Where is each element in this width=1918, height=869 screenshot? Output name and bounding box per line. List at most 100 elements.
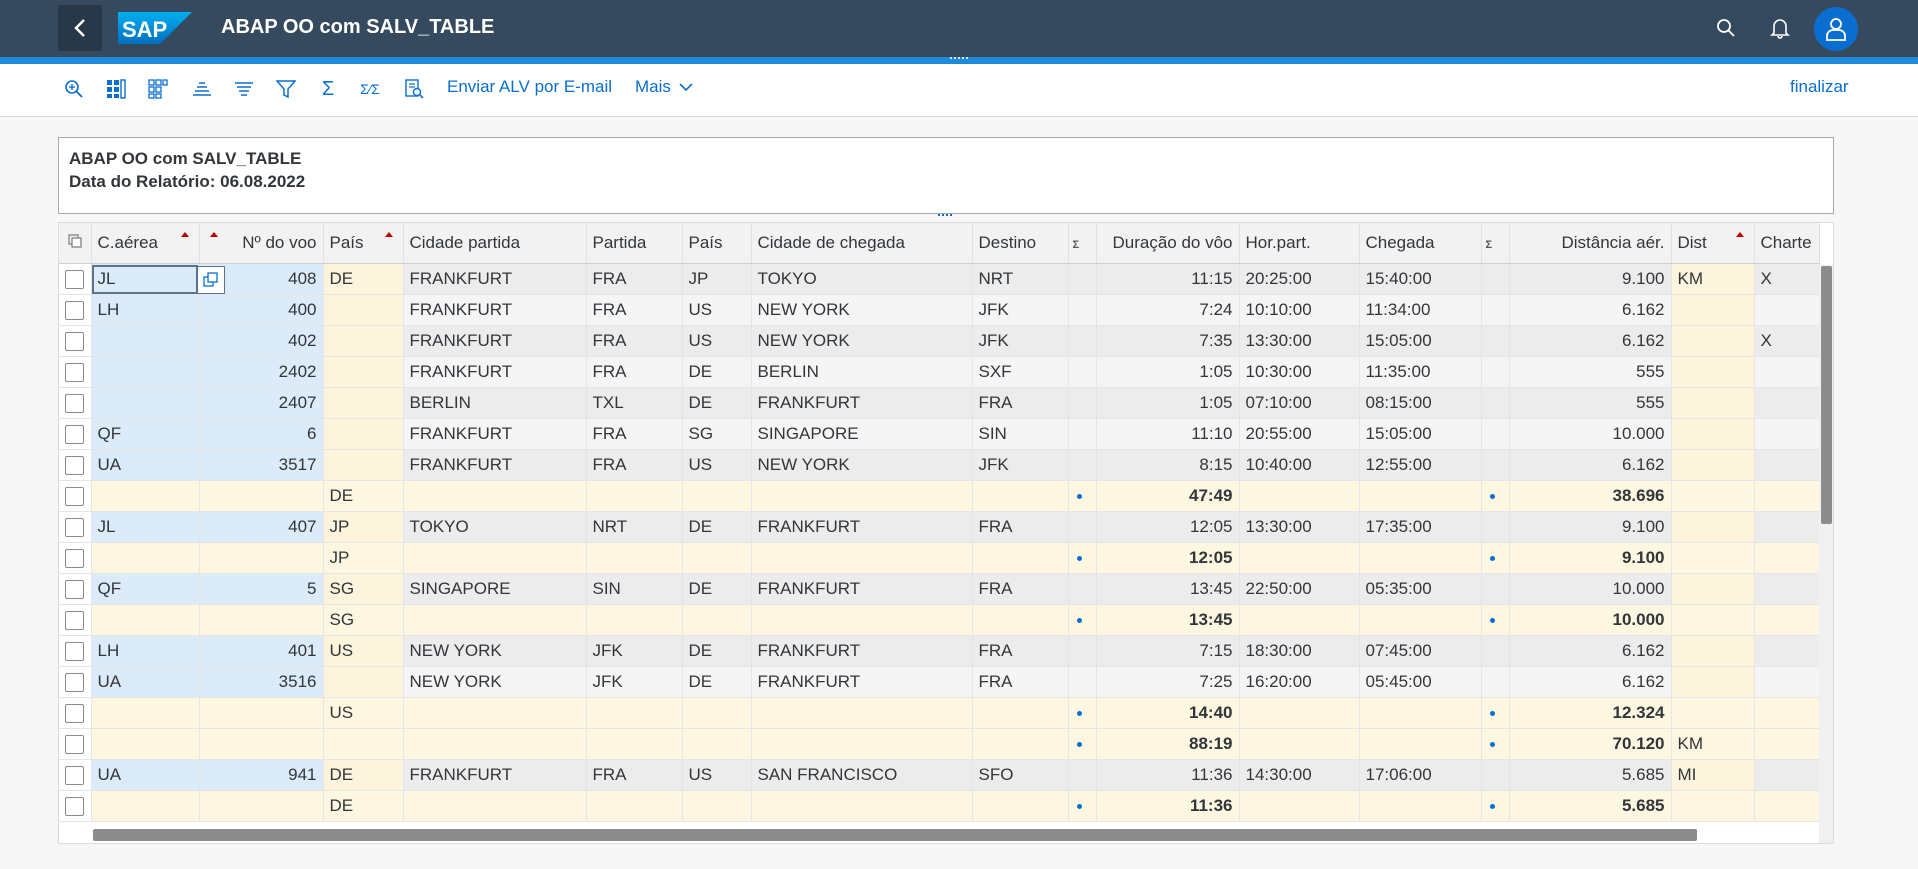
cell-distid[interactable] — [1671, 573, 1755, 605]
cell-subtotal-marker[interactable] — [1068, 790, 1097, 822]
cell-arrtime[interactable]: 15:40:00 — [1359, 263, 1482, 295]
cell-carrid[interactable]: JL — [91, 511, 200, 543]
cell-connid[interactable]: 5 — [199, 573, 324, 605]
cell-sum-marker[interactable] — [1481, 666, 1510, 698]
sort-descending-button[interactable] — [231, 76, 257, 102]
subtotal-button[interactable]: Σ⁄Σ — [357, 76, 383, 102]
row-select-cell[interactable] — [59, 635, 92, 667]
row-select-cell[interactable] — [59, 511, 92, 543]
cell-empty[interactable] — [403, 542, 587, 574]
cell-deptime[interactable]: 20:25:00 — [1239, 263, 1360, 295]
row-checkbox[interactable] — [65, 735, 85, 754]
row-select-cell[interactable] — [59, 449, 92, 481]
cell-deptime[interactable]: 10:40:00 — [1239, 449, 1360, 481]
row-select-cell[interactable] — [59, 604, 92, 636]
cell-countryfr[interactable]: DE — [323, 263, 404, 295]
cell-cityto[interactable]: BERLIN — [751, 356, 973, 388]
cell-sum-marker[interactable] — [1068, 356, 1097, 388]
cell-countryfr[interactable]: DE — [323, 759, 404, 791]
vertical-scrollbar-thumb[interactable] — [1821, 266, 1832, 524]
cell-empty[interactable] — [1754, 542, 1820, 574]
table-row[interactable]: LH 400 FRANKFURT FRA US NEW YORK JFK 7:24 10:10:… — [59, 294, 1820, 326]
row-checkbox[interactable] — [65, 673, 85, 692]
cell-sum-marker[interactable] — [1481, 263, 1510, 295]
cell-distid[interactable] — [1671, 449, 1755, 481]
cell-arrtime[interactable]: 17:35:00 — [1359, 511, 1482, 543]
column-header-airport-from[interactable]: Partida — [586, 223, 683, 264]
cell-fltype[interactable] — [1754, 511, 1820, 543]
cell-airpfrom[interactable]: FRA — [586, 356, 683, 388]
row-select-cell[interactable] — [59, 759, 92, 791]
cell-empty[interactable] — [751, 728, 973, 760]
cell-countryto[interactable]: JP — [682, 263, 752, 295]
cell-carrid[interactable]: QF — [91, 573, 200, 605]
cell-empty[interactable] — [1359, 790, 1482, 822]
table-row[interactable]: JL 407 JP TOKYO NRT DE FRANKFURT FRA 12:05 13:30:… — [59, 511, 1820, 543]
column-header-carrier[interactable]: C.aérea — [91, 223, 200, 264]
cell-airpfrom[interactable]: FRA — [586, 325, 683, 357]
row-checkbox[interactable] — [65, 425, 85, 444]
cell-subtotal-fltime[interactable]: 11:36 — [1096, 790, 1240, 822]
table-row[interactable]: QF 6 FRANKFURT FRA SG SINGAPORE SIN 11:10 20:55:… — [59, 418, 1820, 450]
cell-fltype[interactable] — [1754, 449, 1820, 481]
cell-airpto[interactable]: FRA — [972, 666, 1069, 698]
cell-subtotal-marker[interactable] — [1068, 604, 1097, 636]
cell-distid[interactable] — [1671, 325, 1755, 357]
cell-carrid[interactable]: QF — [91, 418, 200, 450]
row-checkbox[interactable] — [65, 766, 85, 785]
cell-distid[interactable] — [1671, 666, 1755, 698]
print-preview-button[interactable] — [401, 76, 427, 102]
cell-fltime[interactable]: 7:35 — [1096, 325, 1240, 357]
cell-subtotal-distid[interactable] — [1671, 480, 1755, 512]
column-header-charter[interactable]: Charte — [1754, 223, 1820, 264]
table-row[interactable]: 402 FRANKFURT FRA US NEW YORK JFK 7:35 13:30:00… — [59, 325, 1820, 357]
cell-empty[interactable] — [1359, 604, 1482, 636]
cell-countryto[interactable]: US — [682, 759, 752, 791]
cell-airpto[interactable]: SIN — [972, 418, 1069, 450]
column-header-country-from[interactable]: País — [323, 223, 404, 264]
cell-empty[interactable] — [403, 604, 587, 636]
cell-cityto[interactable]: NEW YORK — [751, 325, 973, 357]
cell-arrtime[interactable]: 15:05:00 — [1359, 325, 1482, 357]
cell-empty[interactable] — [91, 604, 200, 636]
cell-sum-marker[interactable] — [1068, 294, 1097, 326]
cell-sum-marker[interactable] — [1481, 294, 1510, 326]
cell-cityfrom[interactable]: NEW YORK — [403, 635, 587, 667]
filter-button[interactable] — [273, 76, 299, 102]
cell-empty[interactable] — [403, 728, 587, 760]
shell-resize-grip[interactable] — [950, 57, 968, 62]
cell-fltime[interactable]: 7:15 — [1096, 635, 1240, 667]
cell-empty[interactable] — [751, 542, 973, 574]
subtotal-row[interactable]: SG 13:45 10.000 — [59, 604, 1820, 636]
cell-empty[interactable] — [1754, 790, 1820, 822]
cell-distid[interactable] — [1671, 635, 1755, 667]
cell-subtotal-distid[interactable] — [1671, 790, 1755, 822]
cell-cityto[interactable]: FRANKFURT — [751, 666, 973, 698]
cell-airpto[interactable]: FRA — [972, 635, 1069, 667]
cell-subtotal-distance[interactable]: 9.100 — [1509, 542, 1672, 574]
cell-connid[interactable]: 407 — [199, 511, 324, 543]
cell-distid[interactable] — [1671, 418, 1755, 450]
cell-distid[interactable]: MI — [1671, 759, 1755, 791]
cell-connid[interactable]: 400 — [199, 294, 324, 326]
row-checkbox[interactable] — [65, 611, 85, 630]
cell-countryto[interactable]: US — [682, 325, 752, 357]
cell-empty[interactable] — [972, 728, 1069, 760]
cell-empty[interactable] — [972, 480, 1069, 512]
cell-cityto[interactable]: NEW YORK — [751, 294, 973, 326]
cell-empty[interactable] — [972, 697, 1069, 729]
cell-subtotal-fltime[interactable]: 13:45 — [1096, 604, 1240, 636]
cell-empty[interactable] — [586, 480, 683, 512]
cell-empty[interactable] — [199, 604, 324, 636]
cell-countryfr[interactable] — [323, 418, 404, 450]
cell-deptime[interactable]: 18:30:00 — [1239, 635, 1360, 667]
cell-empty[interactable] — [199, 480, 324, 512]
cell-connid[interactable]: 6 — [199, 418, 324, 450]
cell-airpto[interactable]: NRT — [972, 263, 1069, 295]
cell-fltype[interactable]: X — [1754, 263, 1820, 295]
cell-sum-marker[interactable] — [1481, 511, 1510, 543]
cell-distance[interactable]: 5.685 — [1509, 759, 1672, 791]
cell-empty[interactable] — [586, 542, 683, 574]
cell-empty[interactable] — [1754, 604, 1820, 636]
cell-airpfrom[interactable]: NRT — [586, 511, 683, 543]
